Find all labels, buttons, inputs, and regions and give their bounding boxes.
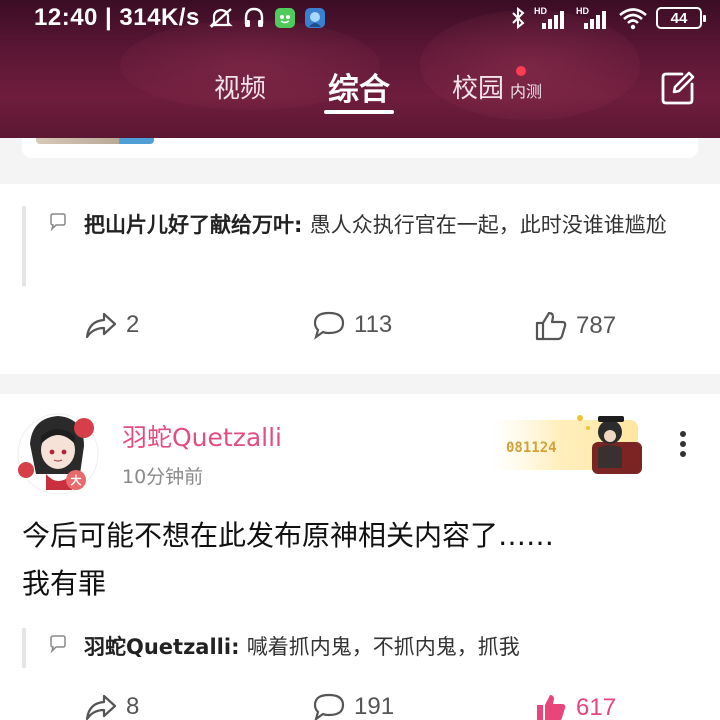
like-button[interactable]: 787 [534,310,616,342]
top-comment[interactable]: 羽蛇Quetzalli: 喊着抓内鬼，不抓内鬼，抓我 [22,628,702,668]
comment-colon: : [294,213,310,237]
thumbnail-edge [36,138,154,144]
comment-author[interactable]: 羽蛇Quetzalli [84,635,231,659]
edit-icon [661,71,695,105]
post-body[interactable]: 今后可能不想在此发布原神相关内容了…… 我有罪 [22,512,682,608]
comment-bubble-icon [50,213,66,232]
action-bar: 2 113 787 [0,310,720,350]
previous-card-edge [0,138,720,184]
avatar-image: 大 [17,413,99,495]
tab-video[interactable]: 视频 [214,68,266,105]
post-card[interactable]: 大 羽蛇Quetzalli 10分钟前 081124 今后可能不想在此发布原神相… [0,394,720,720]
like-count: 617 [576,694,617,720]
share-count: 2 [126,311,140,338]
game-app-icon [304,7,326,29]
comment-bubble-icon [50,635,66,654]
more-button[interactable] [676,428,690,460]
signal-icon: HD [576,6,610,30]
signal-icon: HD [534,6,568,30]
active-tab-indicator [324,110,394,114]
share-count: 8 [126,693,140,720]
username[interactable]: 羽蛇Quetzalli [122,418,282,454]
avatar-level-badge: 大 [71,473,82,487]
edit-button[interactable] [660,70,696,106]
more-icon [680,431,686,457]
share-icon [85,312,117,339]
top-comment[interactable]: 把山片儿好了献给万叶: 愚人众执行官在一起，此时没谁谁尴尬 [22,206,702,286]
headphones-icon [242,6,266,30]
comment-button[interactable]: 113 [312,310,392,340]
comment-author[interactable]: 把山片儿好了献给万叶 [84,213,294,237]
nav-tabs: 视频 综合 校园 内测 [0,62,720,118]
comment-button[interactable]: 191 [312,692,394,720]
comment-icon [313,693,345,720]
status-bar: 12:40 | 314K/s HD HD 44 [0,0,720,36]
fan-badge[interactable]: 081124 [488,408,648,480]
feed-divider [0,374,720,394]
comment-colon: : [231,635,247,659]
like-count: 787 [576,312,617,339]
like-icon [535,311,567,341]
avatar[interactable]: 大 [10,404,106,500]
comment-count: 191 [354,693,395,720]
comment-count: 113 [354,311,393,338]
like-button[interactable]: 617 [534,692,616,720]
wifi-icon [618,6,648,30]
app-header: 12:40 | 314K/s HD HD 44 视频 综合 校园 内测 [0,0,720,138]
battery-level: 44 [670,9,688,27]
fan-badge-image: 081124 [488,415,642,474]
bluetooth-icon [510,6,526,30]
comment-content: 愚人众执行官在一起，此时没谁谁尴尬 [309,213,667,237]
app-icon [274,7,296,29]
share-button[interactable]: 2 [84,310,139,340]
comment-content: 喊着抓内鬼，不抓内鬼，抓我 [246,635,520,659]
post-time: 10分钟前 [122,466,204,488]
campus-beta-badge: 内测 [510,82,543,101]
post-body-line: 今后可能不想在此发布原神相关内容了…… [22,519,555,552]
share-icon [85,694,117,720]
tab-general[interactable]: 综合 [328,64,390,109]
like-icon-filled [537,695,566,720]
battery-icon: 44 [656,7,706,29]
unread-dot [516,66,526,76]
action-bar: 8 191 617 [0,692,720,720]
post-card[interactable]: 把山片儿好了献给万叶: 愚人众执行官在一起，此时没谁谁尴尬 2 113 787 [0,184,720,374]
fan-badge-number: 081124 [506,440,557,456]
comment-icon [313,311,345,340]
share-button[interactable]: 8 [84,692,139,720]
status-time-speed: 12:40 | 314K/s [34,4,200,31]
tab-campus[interactable]: 校园 [452,68,504,105]
mute-icon [208,6,234,30]
post-body-line: 我有罪 [22,567,107,600]
